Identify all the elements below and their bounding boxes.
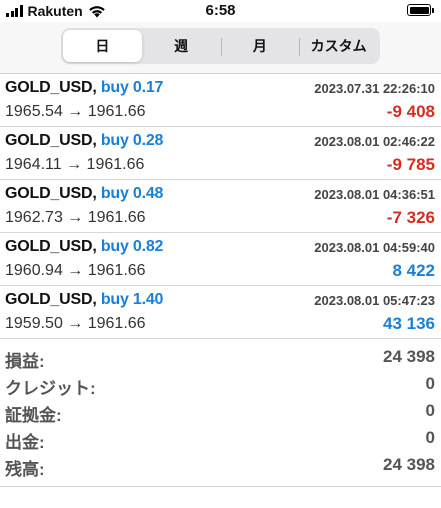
trade-side: buy 0.48 (100, 185, 164, 202)
trade-time: 2023.08.01 04:59:40 (314, 240, 435, 255)
trade-prices: 1962.73 → 1961.66 (5, 209, 146, 226)
trade-profit: -7 326 (386, 208, 435, 227)
trade-row[interactable]: GOLD_USD, buy 0.17 2023.07.31 22:26:10 1… (0, 74, 441, 127)
period-segmented-control: 日 週 月 カスタム (61, 28, 380, 64)
summary-row-withdrawal: 出金: 0 (0, 426, 441, 453)
summary-row-credit: クレジット: 0 (0, 372, 441, 399)
summary-label: クレジット: (5, 379, 96, 398)
summary-value: 0 (425, 428, 435, 447)
trade-side: buy 0.28 (100, 132, 164, 149)
status-bar: Rakuten 6:58 (0, 0, 441, 22)
trade-symbol: GOLD_USD, buy 1.40 (5, 291, 164, 308)
summary-label: 残高: (5, 460, 45, 479)
trade-symbol: GOLD_USD, buy 0.82 (5, 238, 164, 255)
tab-custom[interactable]: カスタム (299, 30, 378, 62)
summary-row-margin: 証拠金: 0 (0, 399, 441, 426)
trade-profit: 8 422 (392, 261, 435, 280)
summary-value: 0 (425, 401, 435, 420)
account-summary: 損益: 24 398 クレジット: 0 証拠金: 0 出金: 0 残高: 24 … (0, 345, 441, 487)
trade-prices: 1965.54 → 1961.66 (5, 103, 146, 120)
summary-row-balance: 残高: 24 398 (0, 453, 441, 480)
trade-time: 2023.07.31 22:26:10 (314, 81, 435, 96)
summary-value: 0 (425, 374, 435, 393)
trade-symbol: GOLD_USD, buy 0.28 (5, 132, 164, 149)
summary-value: 24 398 (383, 347, 435, 366)
trade-time: 2023.08.01 04:36:51 (314, 187, 435, 202)
battery-icon (407, 4, 434, 16)
summary-label: 損益: (5, 352, 45, 371)
trade-prices: 1959.50 → 1961.66 (5, 315, 146, 332)
summary-label: 証拠金: (5, 406, 62, 425)
trade-side: buy 0.82 (100, 238, 164, 255)
trade-time: 2023.08.01 02:46:22 (314, 134, 435, 149)
trade-row[interactable]: GOLD_USD, buy 0.28 2023.08.01 02:46:22 1… (0, 127, 441, 180)
trade-list: GOLD_USD, buy 0.17 2023.07.31 22:26:10 1… (0, 74, 441, 339)
summary-label: 出金: (5, 433, 45, 452)
trade-symbol: GOLD_USD, buy 0.17 (5, 79, 164, 96)
tab-day[interactable]: 日 (63, 30, 142, 62)
period-header: 日 週 月 カスタム (0, 22, 441, 74)
trade-row[interactable]: GOLD_USD, buy 1.40 2023.08.01 05:47:23 1… (0, 286, 441, 339)
tab-week[interactable]: 週 (142, 30, 221, 62)
trade-prices: 1964.11 → 1961.66 (5, 156, 145, 173)
trade-side: buy 1.40 (100, 291, 164, 308)
trade-profit: -9 785 (386, 155, 435, 174)
trade-profit: -9 408 (386, 102, 435, 121)
summary-row-profit: 損益: 24 398 (0, 345, 441, 372)
summary-value: 24 398 (383, 455, 435, 474)
trade-time: 2023.08.01 05:47:23 (314, 293, 435, 308)
trade-profit: 43 136 (383, 314, 435, 333)
trade-row[interactable]: GOLD_USD, buy 0.48 2023.08.01 04:36:51 1… (0, 180, 441, 233)
trade-row[interactable]: GOLD_USD, buy 0.82 2023.08.01 04:59:40 1… (0, 233, 441, 286)
trade-prices: 1960.94 → 1961.66 (5, 262, 146, 279)
status-time: 6:58 (205, 2, 236, 19)
trade-side: buy 0.17 (100, 79, 164, 96)
trade-symbol: GOLD_USD, buy 0.48 (5, 185, 164, 202)
tab-month[interactable]: 月 (220, 30, 300, 62)
